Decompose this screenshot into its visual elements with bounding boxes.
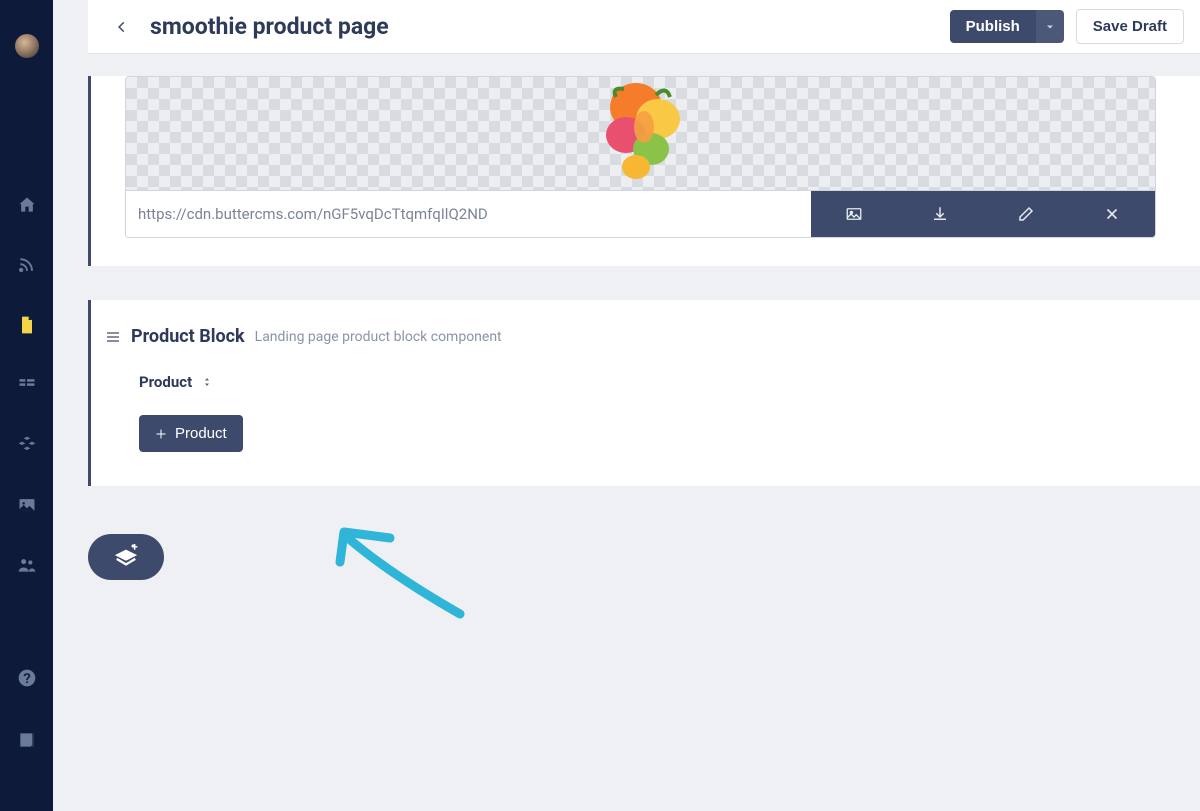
plus-icon xyxy=(155,428,167,440)
home-icon[interactable] xyxy=(16,194,38,216)
docs-icon[interactable] xyxy=(16,729,38,751)
block-description: Landing page product block component xyxy=(255,329,502,345)
svg-text:+: + xyxy=(132,544,138,554)
drag-handle-icon[interactable] xyxy=(105,329,121,345)
topbar: smoothie product page Publish Save Draft xyxy=(88,0,1200,54)
close-icon[interactable] xyxy=(1069,191,1155,237)
media-preview-icon[interactable] xyxy=(811,191,897,237)
layers-plus-icon: + xyxy=(111,544,141,570)
image-url-row: https://cdn.buttercms.com/nGF5vqDcTtqmfq… xyxy=(125,190,1156,238)
publish-dropdown[interactable] xyxy=(1036,10,1064,43)
components-icon[interactable] xyxy=(16,434,38,456)
help-icon[interactable] xyxy=(16,667,38,689)
image-field-card: https://cdn.buttercms.com/nGF5vqDcTtqmfq… xyxy=(88,76,1200,266)
product-field-label: Product xyxy=(139,373,192,391)
main-content: https://cdn.buttercms.com/nGF5vqDcTtqmfq… xyxy=(88,54,1200,811)
annotation-arrow xyxy=(330,524,490,634)
collections-icon[interactable] xyxy=(16,374,38,396)
left-sidebar xyxy=(0,0,53,811)
back-button[interactable] xyxy=(110,15,134,39)
product-image xyxy=(596,77,686,191)
avatar[interactable] xyxy=(15,34,39,58)
sort-toggle-icon[interactable] xyxy=(200,373,214,391)
add-section-button[interactable]: + xyxy=(88,534,164,580)
media-icon[interactable] xyxy=(16,494,38,516)
product-block-card: Product Block Landing page product block… xyxy=(88,300,1200,486)
save-draft-button[interactable]: Save Draft xyxy=(1076,9,1184,44)
block-title: Product Block xyxy=(131,326,245,347)
download-icon[interactable] xyxy=(897,191,983,237)
add-product-button[interactable]: Product xyxy=(139,415,243,452)
publish-button[interactable]: Publish xyxy=(950,10,1036,43)
image-actions xyxy=(811,191,1155,237)
add-product-label: Product xyxy=(175,425,227,442)
pages-icon[interactable] xyxy=(16,314,38,336)
image-preview[interactable] xyxy=(125,76,1156,190)
blog-icon[interactable] xyxy=(16,254,38,276)
edit-icon[interactable] xyxy=(983,191,1069,237)
users-icon[interactable] xyxy=(16,554,38,576)
image-url-text[interactable]: https://cdn.buttercms.com/nGF5vqDcTtqmfq… xyxy=(126,191,811,237)
page-title: smoothie product page xyxy=(150,13,950,40)
